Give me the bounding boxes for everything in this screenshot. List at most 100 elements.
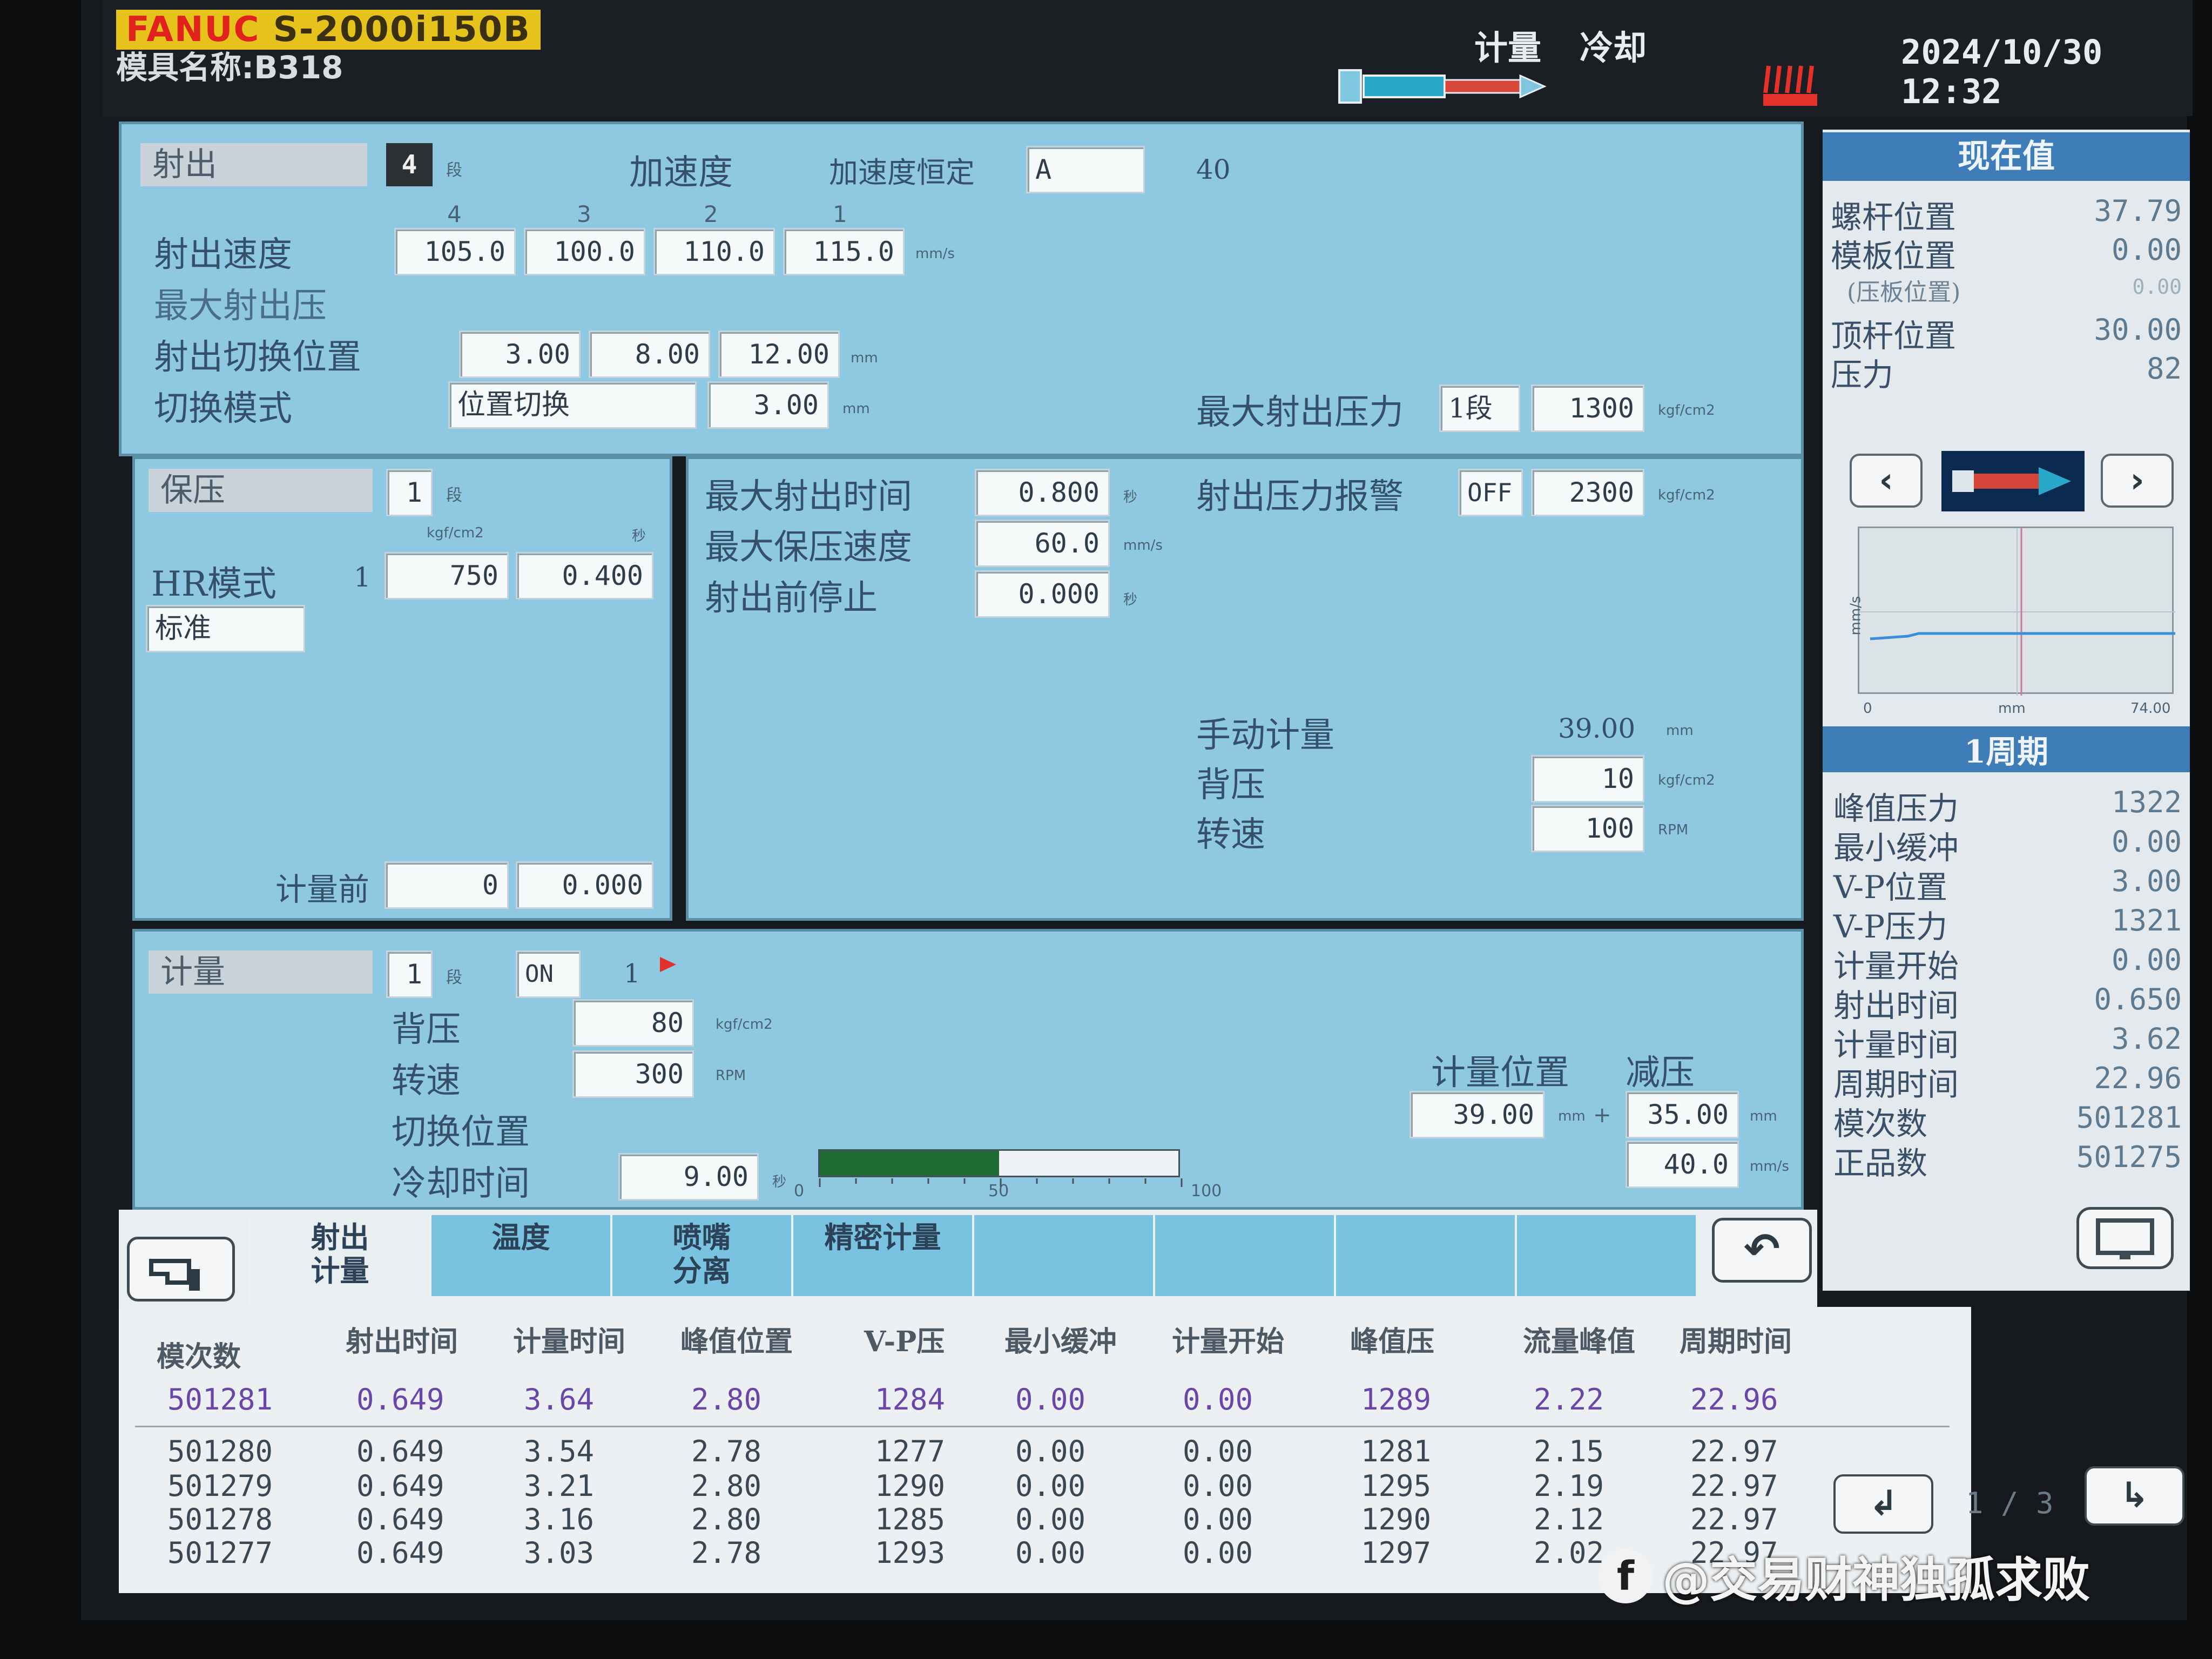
hold-row-index: 1 xyxy=(354,562,371,593)
injection-speed-stage-1[interactable]: 115.0 xyxy=(783,228,905,275)
decompression-label: 减压 xyxy=(1626,1053,1695,1093)
table-header: 峰值位置 xyxy=(680,1325,793,1358)
manual-back-pressure-unit: kgf/cm2 xyxy=(1658,772,1715,788)
stage-unit: 段 xyxy=(446,161,462,180)
cycle-value-number: 501281 xyxy=(2076,1101,2182,1135)
switch-position-1[interactable]: 3.00 xyxy=(459,331,581,378)
cycle-value-row: 模次数 501281 xyxy=(1833,1098,2182,1142)
accel-label: 加速度 xyxy=(629,153,733,193)
status-cooling: 冷却 xyxy=(1580,28,1647,68)
table-cell: 0.00 xyxy=(1015,1469,1086,1503)
metering-flag-icon xyxy=(660,957,676,972)
max-inj-time-label: 最大射出时间 xyxy=(705,477,912,517)
table-header: V-P压 xyxy=(864,1325,945,1358)
manual-metering-value: 39.00 xyxy=(1558,713,1636,744)
metering-state-toggle[interactable]: ON xyxy=(516,950,581,998)
hold-pressure-field[interactable]: 750 xyxy=(385,552,509,599)
hand-tool-button[interactable] xyxy=(127,1237,235,1301)
inj-pressure-alarm-toggle[interactable]: OFF xyxy=(1458,469,1523,516)
injection-speed-stage-4[interactable]: 105.0 xyxy=(394,228,516,275)
current-value-number: 82 xyxy=(2146,352,2182,386)
max-inj-pressure-field[interactable]: 1300 xyxy=(1531,385,1644,432)
stage-number-2: 2 xyxy=(704,201,718,227)
tab-3[interactable]: 喷嘴 分离 xyxy=(610,1215,791,1296)
pre-metering-pressure[interactable]: 0 xyxy=(385,861,509,909)
switch-position-2[interactable]: 8.00 xyxy=(589,331,710,378)
monitor-icon xyxy=(2096,1218,2154,1259)
table-header: 计量时间 xyxy=(513,1325,626,1358)
metering-rpm-field[interactable]: 300 xyxy=(572,1050,694,1098)
max-hold-speed-field[interactable]: 60.0 xyxy=(975,520,1110,567)
table-cell: 1281 xyxy=(1361,1434,1432,1468)
next-page-button[interactable]: › xyxy=(2101,454,2174,508)
pre-metering-time[interactable]: 0.000 xyxy=(516,861,653,909)
speed-unit: mm/s xyxy=(915,246,955,262)
cycle-value-row: 峰值压力 1322 xyxy=(1833,783,2182,827)
tab-empty[interactable] xyxy=(1515,1215,1696,1296)
switch-position-3[interactable]: 12.00 xyxy=(718,331,840,378)
cooling-time-label: 冷却时间 xyxy=(392,1164,530,1204)
tab-empty[interactable] xyxy=(1153,1215,1334,1296)
tab-1[interactable]: 射出 计量 xyxy=(248,1215,429,1307)
table-next-page-button[interactable]: ↳ xyxy=(2085,1466,2184,1526)
hold-time-field[interactable]: 0.400 xyxy=(516,552,653,599)
tab-2[interactable]: 温度 xyxy=(429,1215,610,1296)
switch-mode-select[interactable]: 位置切换 xyxy=(448,381,697,429)
cooling-time-unit: 秒 xyxy=(772,1174,787,1190)
hr-mode-select[interactable]: 标准 xyxy=(146,605,305,652)
manual-rpm-field[interactable]: 100 xyxy=(1531,805,1644,852)
max-inj-pressure-stage[interactable]: 1段 xyxy=(1439,385,1520,432)
max-inj-time-field[interactable]: 0.800 xyxy=(975,469,1110,516)
decompression-speed-field[interactable]: 40.0 xyxy=(1626,1141,1739,1188)
table-row[interactable]: 501280 0.649 3.54 2.78 1277 0.00 0.00 1281 2.15 2… xyxy=(119,1434,1955,1468)
switch-mode-label: 切换模式 xyxy=(154,389,292,429)
hold-stage-count[interactable]: 1 xyxy=(386,469,433,516)
table-cell: 22.97 xyxy=(1690,1434,1778,1468)
table-cell: 501278 xyxy=(167,1502,273,1536)
metering-position-label: 计量位置 xyxy=(1431,1053,1569,1093)
prev-page-button[interactable]: ‹ xyxy=(1850,454,1923,508)
table-cell: 2.78 xyxy=(691,1434,762,1468)
table-row[interactable]: 501281 0.649 3.64 2.80 1284 0.00 0.00 1289 2.22 2… xyxy=(119,1382,1955,1417)
manual-back-pressure-field[interactable]: 10 xyxy=(1531,755,1644,802)
table-cell: 1284 xyxy=(875,1382,946,1417)
switch-position-label: 射出切换位置 xyxy=(154,338,361,377)
metering-position-field[interactable]: 39.00 xyxy=(1410,1091,1545,1138)
injection-stage-count[interactable]: 4 xyxy=(386,143,433,186)
table-row[interactable]: 501278 0.649 3.16 2.80 1285 0.00 0.00 1290 2.12 2… xyxy=(119,1502,1955,1536)
table-cell: 2.78 xyxy=(691,1536,762,1570)
accel-value: 40 xyxy=(1196,154,1231,185)
screenshot-button[interactable] xyxy=(2076,1207,2174,1269)
accel-const-field[interactable]: A xyxy=(1026,146,1145,193)
progress-tick-50: 50 xyxy=(988,1182,1009,1201)
facebook-icon: f xyxy=(1599,1549,1653,1603)
table-cell: 0.649 xyxy=(356,1536,444,1570)
injection-speed-stage-3[interactable]: 100.0 xyxy=(524,228,645,275)
table-row[interactable]: 501279 0.649 3.21 2.80 1290 0.00 0.00 1295 2.19 2… xyxy=(119,1469,1955,1503)
cooling-time-field[interactable]: 9.00 xyxy=(618,1153,759,1201)
table-prev-page-button[interactable]: ↲ xyxy=(1833,1474,1933,1534)
metering-stage-count[interactable]: 1 xyxy=(386,950,433,998)
injection-graph-icon[interactable] xyxy=(1941,451,2085,511)
table-cell: 1285 xyxy=(875,1502,946,1536)
tab-empty[interactable] xyxy=(1334,1215,1515,1296)
decompression-position-field[interactable]: 35.00 xyxy=(1626,1091,1739,1138)
back-button[interactable]: ↶ xyxy=(1712,1218,1812,1283)
tab-empty[interactable] xyxy=(972,1215,1153,1296)
graph-xmin: 0 xyxy=(1863,700,1872,717)
switch-mode-position[interactable]: 3.00 xyxy=(707,381,829,429)
metering-back-pressure-field[interactable]: 80 xyxy=(572,999,694,1047)
pre-inj-stop-field[interactable]: 0.000 xyxy=(975,570,1110,618)
metering-switch-pos-label: 切换位置 xyxy=(392,1112,530,1152)
cycle-value-label: 计量开始 xyxy=(1833,948,1959,984)
injection-speed-stage-2[interactable]: 110.0 xyxy=(653,228,775,275)
metering-index: 1 xyxy=(624,959,640,989)
injection-speed-label: 射出速度 xyxy=(154,235,292,275)
cycle-value-label: 最小缓冲 xyxy=(1833,830,1959,866)
tab-4[interactable]: 精密计量 xyxy=(791,1215,972,1296)
table-cell: 1290 xyxy=(1361,1502,1432,1536)
inj-pressure-alarm-field[interactable]: 2300 xyxy=(1531,469,1644,516)
table-cell: 22.97 xyxy=(1690,1469,1778,1503)
switch-position-unit: mm xyxy=(851,350,878,366)
table-cell: 3.21 xyxy=(524,1469,595,1503)
